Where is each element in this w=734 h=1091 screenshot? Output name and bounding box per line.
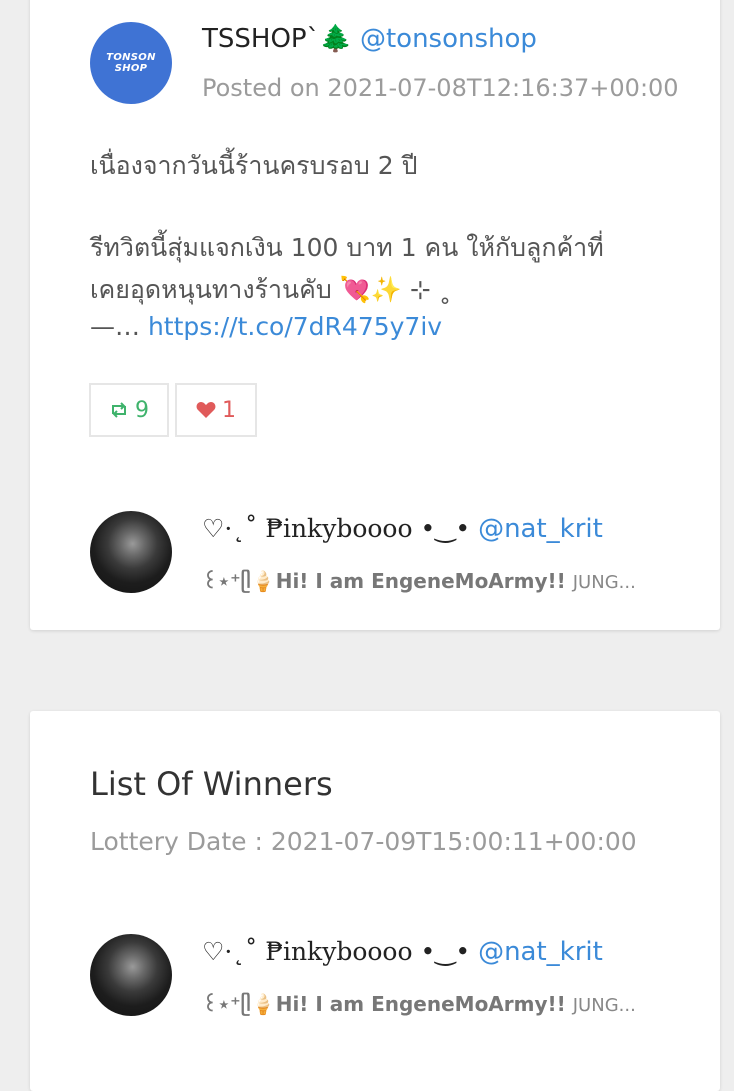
heart-icon — [196, 402, 216, 418]
winner-handle[interactable]: @nat_krit — [478, 937, 603, 967]
participant-handle[interactable]: @nat_krit — [478, 514, 603, 544]
tweet-text-line: เคยอุดหนุนทางร้านคับ 💘✨ ⊹ ˳ — [90, 275, 452, 304]
tweet-posted-date: Posted on 2021-07-08T12:16:37+00:00 — [202, 74, 679, 102]
tweet-card: TONSON SHOP TSSHOP`🌲 @tonsonshop Posted o… — [30, 0, 720, 630]
winner-bio: ꒰⋆⁺ᥫ🍦Hi! I am EngeneMoArmy!! JUNG... — [202, 992, 636, 1016]
participant-name-line: ♡·˛˚ ₱inkyboooo •‿• @nat_krit — [202, 514, 603, 544]
shop-logo: TONSON SHOP — [106, 52, 156, 74]
tweet-author-handle[interactable]: @tonsonshop — [360, 24, 537, 54]
winners-title: List Of Winners — [90, 765, 333, 803]
retweet-count: 9 — [135, 397, 149, 423]
tweet-text-line: เนื่องจากวันนี้ร้านครบรอบ 2 ปี — [90, 151, 418, 180]
winner-avatar[interactable] — [90, 934, 172, 1016]
retweet-button[interactable]: 9 — [89, 383, 169, 437]
winner-name: ♡·˛˚ ₱inkyboooo •‿• — [202, 937, 471, 966]
tweet-text-line: —… https://t.co/7dR475y7iv — [90, 312, 442, 341]
participant-avatar[interactable] — [90, 511, 172, 593]
participant-name: ♡·˛˚ ₱inkyboooo •‿• — [202, 514, 471, 543]
tweet-author-line: TSSHOP`🌲 @tonsonshop — [202, 24, 537, 54]
like-button[interactable]: 1 — [175, 383, 257, 437]
tweet-link[interactable]: https://t.co/7dR475y7iv — [148, 312, 442, 341]
tweet-text-line: รีทวิตนี้สุ่มแจกเงิน 100 บาท 1 คน ให้กับ… — [90, 233, 604, 262]
shop-avatar[interactable]: TONSON SHOP — [90, 22, 172, 104]
winner-name-line: ♡·˛˚ ₱inkyboooo •‿• @nat_krit — [202, 937, 603, 967]
retweet-icon — [112, 402, 126, 418]
winners-card: List Of Winners Lottery Date : 2021-07-0… — [30, 711, 720, 1091]
tweet-author-name: TSSHOP`🌲 — [202, 24, 352, 54]
tweet-ellipsis: —… — [90, 312, 140, 341]
participant-bio: ꒰⋆⁺ᥫ🍦Hi! I am EngeneMoArmy!! JUNG... — [202, 569, 636, 593]
lottery-date: Lottery Date : 2021-07-09T15:00:11+00:00 — [90, 827, 637, 856]
like-count: 1 — [222, 397, 236, 423]
